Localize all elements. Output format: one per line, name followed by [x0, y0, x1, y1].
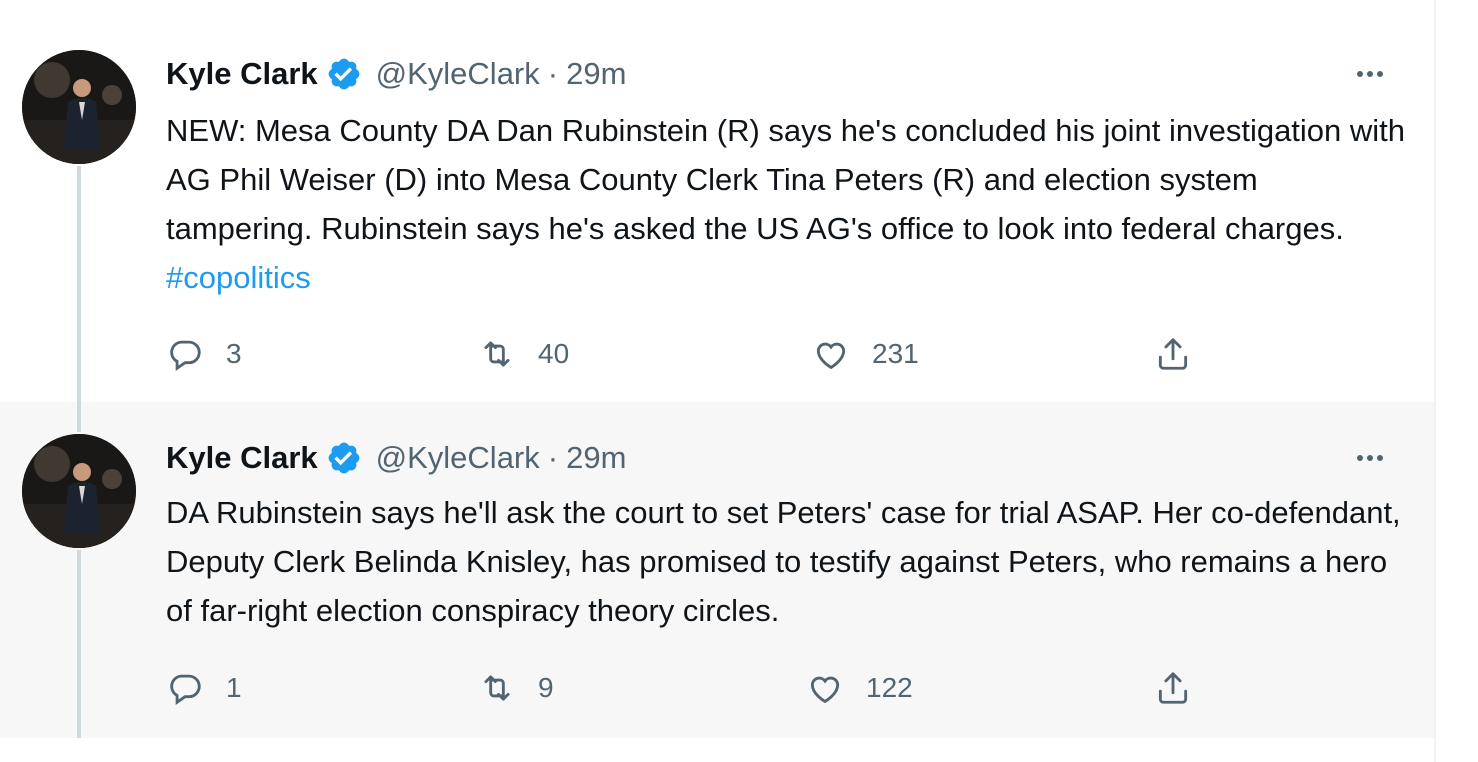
tweet-2[interactable]: Kyle Clark @KyleClark · 29m DA Rubinstei… — [0, 402, 1434, 738]
share-button[interactable] — [1154, 666, 1192, 710]
tweet-actions: 3 40 231 — [166, 332, 1266, 376]
tweet-text: DA Rubinstein says he'll ask the court t… — [166, 488, 1406, 635]
share-icon — [1158, 672, 1188, 704]
verified-badge-icon — [326, 56, 362, 92]
reply-count: 1 — [226, 672, 242, 703]
tweet-text-content: NEW: Mesa County DA Dan Rubinstein (R) s… — [166, 113, 1406, 246]
like-count: 122 — [866, 672, 913, 703]
tweet-actions: 1 9 122 — [166, 666, 1266, 710]
avatar[interactable] — [22, 434, 136, 548]
author-handle[interactable]: @KyleClark — [376, 440, 540, 476]
avatar[interactable] — [22, 50, 136, 164]
thread-line-top — [77, 402, 81, 432]
dot-separator: · — [547, 56, 559, 91]
share-button[interactable] — [1154, 332, 1192, 376]
retweet-icon — [484, 675, 510, 701]
more-icon[interactable] — [1350, 59, 1390, 89]
retweet-icon — [484, 341, 510, 367]
retweet-button[interactable]: 9 — [478, 666, 554, 710]
like-button[interactable]: 122 — [806, 666, 913, 710]
timestamp[interactable]: 29m — [566, 56, 626, 92]
like-count: 231 — [872, 338, 919, 369]
retweet-count: 40 — [538, 338, 570, 369]
timestamp[interactable]: 29m — [566, 440, 626, 476]
more-icon[interactable] — [1350, 443, 1390, 473]
avatar-photo — [22, 434, 136, 548]
reply-button[interactable]: 1 — [166, 666, 242, 710]
tweet-text: NEW: Mesa County DA Dan Rubinstein (R) s… — [166, 106, 1406, 302]
dot-separator: · — [547, 440, 559, 475]
like-button[interactable]: 231 — [812, 332, 919, 376]
author-name[interactable]: Kyle Clark — [166, 56, 318, 92]
retweet-count: 9 — [538, 672, 554, 703]
reply-icon — [170, 674, 201, 705]
author-name[interactable]: Kyle Clark — [166, 440, 318, 476]
share-icon — [1158, 338, 1188, 370]
like-icon — [810, 676, 840, 704]
thread-line — [77, 166, 81, 402]
retweet-button[interactable]: 40 — [478, 332, 569, 376]
timeline-right-border — [1434, 0, 1436, 762]
author-handle[interactable]: @KyleClark — [376, 56, 540, 92]
thread-line-bottom — [77, 550, 81, 738]
tweet-text-content: DA Rubinstein says he'll ask the court t… — [166, 495, 1401, 628]
tweet-header: Kyle Clark @KyleClark · 29m — [166, 52, 626, 96]
reply-count: 3 — [226, 338, 242, 369]
tweet-1[interactable]: Kyle Clark @KyleClark · 29m NEW: Mesa Co… — [0, 0, 1434, 402]
tweet-header: Kyle Clark @KyleClark · 29m — [166, 436, 626, 480]
like-icon — [816, 342, 846, 370]
reply-button[interactable]: 3 — [166, 332, 242, 376]
avatar-photo — [22, 50, 136, 164]
verified-badge-icon — [326, 440, 362, 476]
hashtag-link[interactable]: #copolitics — [166, 260, 311, 295]
reply-icon — [170, 340, 201, 371]
